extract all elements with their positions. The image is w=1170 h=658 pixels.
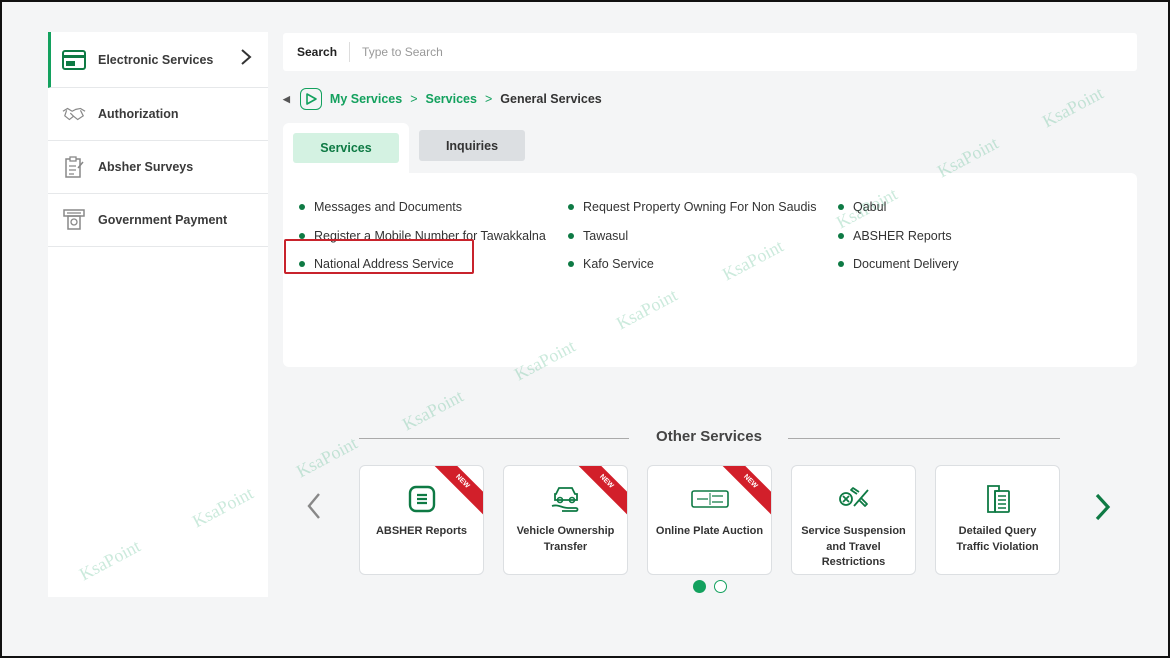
service-link[interactable]: Qabul xyxy=(838,193,959,222)
watermark: KsaPoint xyxy=(292,432,361,482)
service-link[interactable]: Tawasul xyxy=(568,222,816,251)
screenshot-frame: Electronic Services Authorization Absher… xyxy=(0,0,1170,658)
divider-line xyxy=(359,438,629,439)
bullet-dot xyxy=(568,204,574,211)
breadcrumb-general-services: General Services xyxy=(500,92,602,106)
watermark: KsaPoint xyxy=(1038,82,1107,132)
search-bar: Search xyxy=(283,33,1137,71)
service-label: Messages and Documents xyxy=(314,200,462,215)
sidebar-item-label: Absher Surveys xyxy=(98,160,194,174)
service-label: Tawasul xyxy=(583,228,629,243)
service-label: ABSHER Reports xyxy=(853,228,952,243)
service-link[interactable]: ABSHER Reports xyxy=(838,222,959,251)
breadcrumb: ◀ My Services > Services > General Servi… xyxy=(283,88,602,110)
service-label: Document Delivery xyxy=(853,257,959,272)
report-icon xyxy=(360,482,483,516)
service-card-vehicle-ownership-transfer[interactable]: NEW Vehicle Ownership Transfer xyxy=(503,465,628,575)
sidebar-item-absher-surveys[interactable]: Absher Surveys xyxy=(48,141,268,194)
service-card-online-plate-auction[interactable]: NEW Online Plate Auction xyxy=(647,465,772,575)
service-link[interactable]: Kafo Service xyxy=(568,250,816,279)
bullet-dot xyxy=(299,204,305,211)
services-column-2: Request Property Owning For Non Saudis T… xyxy=(568,193,816,279)
service-label: Kafo Service xyxy=(583,257,654,272)
card-label: Service Suspension and Travel Restrictio… xyxy=(801,525,906,568)
carousel-dot[interactable] xyxy=(714,580,727,593)
service-link[interactable]: Messages and Documents xyxy=(299,193,546,222)
bullet-dot xyxy=(299,232,305,239)
carousel-prev-icon[interactable] xyxy=(306,492,322,525)
bullet-dot xyxy=(838,261,844,268)
chevron-right-icon xyxy=(240,48,252,71)
back-arrow-icon[interactable]: ◀ xyxy=(283,94,290,105)
sidebar-item-electronic-services[interactable]: Electronic Services xyxy=(48,32,268,88)
sidebar-item-label: Electronic Services xyxy=(98,52,214,67)
tab-services[interactable]: Services xyxy=(293,133,399,163)
breadcrumb-separator: > xyxy=(410,92,418,106)
sidebar-item-label: Authorization xyxy=(98,107,179,121)
carousel-dot-active[interactable] xyxy=(693,580,706,593)
sidebar-item-government-payment[interactable]: Government Payment xyxy=(48,194,268,247)
service-card-traffic-violation[interactable]: Detailed Query Traffic Violation xyxy=(935,465,1060,575)
bullet-dot xyxy=(568,261,574,268)
service-link[interactable]: Request Property Owning For Non Saudis xyxy=(568,193,816,222)
card-window-icon xyxy=(62,49,86,71)
watermark: KsaPoint xyxy=(398,385,467,435)
card-label: Online Plate Auction xyxy=(655,525,764,537)
search-input[interactable] xyxy=(362,45,963,59)
breadcrumb-separator: > xyxy=(484,92,493,106)
card-label: Detailed Query Traffic Violation xyxy=(956,525,1039,553)
bullet-dot xyxy=(838,232,844,239)
plate-icon xyxy=(648,482,771,516)
tab-inquiries[interactable]: Inquiries xyxy=(419,130,525,161)
bullet-dot xyxy=(838,204,844,211)
sidebar: Electronic Services Authorization Absher… xyxy=(48,32,268,597)
card-label: ABSHER Reports xyxy=(375,525,468,537)
breadcrumb-services[interactable]: Services xyxy=(426,92,477,106)
services-column-3: Qabul ABSHER Reports Document Delivery xyxy=(838,193,959,279)
other-services-title: Other Services xyxy=(656,428,762,445)
play-home-icon[interactable] xyxy=(299,88,322,110)
breadcrumb-my-services[interactable]: My Services xyxy=(330,92,402,106)
document-stack-icon xyxy=(936,482,1059,516)
atm-payment-icon xyxy=(62,209,86,231)
divider-line xyxy=(788,438,1060,439)
bullet-dot xyxy=(568,232,574,239)
carousel-next-icon[interactable] xyxy=(1094,492,1112,527)
service-link[interactable]: Document Delivery xyxy=(838,250,959,279)
handshake-icon xyxy=(62,103,86,125)
sidebar-item-label: Government Payment xyxy=(98,213,228,227)
tab-services-container: Services xyxy=(283,123,409,175)
service-card-service-suspension[interactable]: Service Suspension and Travel Restrictio… xyxy=(791,465,916,575)
service-label: Qabul xyxy=(853,200,887,215)
search-label: Search xyxy=(283,42,351,62)
survey-icon xyxy=(62,156,86,178)
service-card-absher-reports[interactable]: NEW ABSHER Reports xyxy=(359,465,484,575)
plane-blocked-icon xyxy=(792,482,915,516)
sidebar-item-authorization[interactable]: Authorization xyxy=(48,88,268,141)
card-label: Vehicle Ownership Transfer xyxy=(516,525,615,553)
highlight-box xyxy=(284,239,474,274)
car-hand-icon xyxy=(504,482,627,516)
service-label: Request Property Owning For Non Saudis xyxy=(583,200,817,215)
